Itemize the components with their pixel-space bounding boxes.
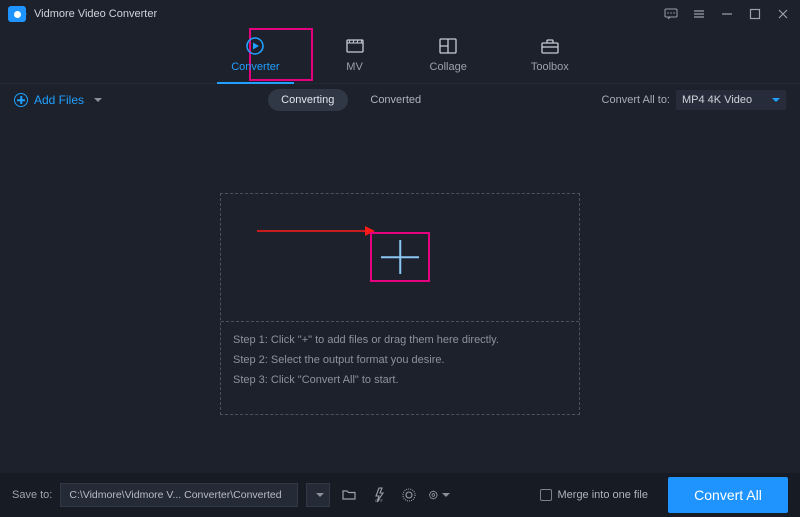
- convert-all-label: Convert All: [694, 487, 762, 503]
- tab-label: Converter: [231, 61, 279, 73]
- tab-converter[interactable]: Converter: [223, 31, 287, 83]
- subtab-converted[interactable]: Converted: [356, 89, 436, 111]
- merge-into-one-file[interactable]: Merge into one file: [540, 489, 649, 501]
- add-files-plus[interactable]: [370, 232, 430, 282]
- drop-area: Step 1: Click "+" to add files or drag t…: [0, 116, 800, 473]
- tab-mv[interactable]: MV: [336, 31, 374, 83]
- hardware-accel-button[interactable]: OFF: [368, 484, 390, 506]
- tab-label: Collage: [430, 61, 467, 73]
- maximize-button[interactable]: [746, 0, 764, 28]
- feedback-icon[interactable]: [662, 0, 680, 28]
- add-files-button[interactable]: Add Files: [14, 93, 102, 107]
- dropzone: Step 1: Click "+" to add files or drag t…: [220, 193, 580, 415]
- main-tabs: Converter MV Collage Toolbox: [0, 28, 800, 84]
- step-3: Step 3: Click "Convert All" to start.: [233, 374, 567, 386]
- chevron-down-icon: [772, 98, 780, 102]
- chevron-down-icon: [442, 493, 450, 497]
- app-title: Vidmore Video Converter: [34, 8, 157, 20]
- toolbar: Add Files Converting Converted Convert A…: [0, 84, 800, 116]
- subtab-label: Converting: [281, 94, 334, 106]
- dropzone-instructions: Step 1: Click "+" to add files or drag t…: [221, 322, 579, 414]
- convert-all-to-label: Convert All to:: [602, 94, 670, 106]
- subtab-label: Converted: [370, 94, 421, 106]
- step-1: Step 1: Click "+" to add files or drag t…: [233, 334, 567, 346]
- tab-label: Toolbox: [531, 61, 569, 73]
- step-2: Step 2: Select the output format you des…: [233, 354, 567, 366]
- checkbox-icon[interactable]: [540, 489, 552, 501]
- convert-all-button[interactable]: Convert All: [668, 477, 788, 513]
- tab-toolbox[interactable]: Toolbox: [523, 31, 577, 83]
- svg-text:OFF: OFF: [375, 498, 384, 503]
- output-format-value: MP4 4K Video: [682, 94, 752, 106]
- close-button[interactable]: [774, 0, 792, 28]
- chevron-down-icon: [316, 493, 324, 497]
- title-bar: Vidmore Video Converter: [0, 0, 800, 28]
- chevron-down-icon: [94, 98, 102, 102]
- high-speed-button[interactable]: [398, 484, 420, 506]
- save-to-label: Save to:: [12, 489, 52, 501]
- tab-label: MV: [346, 61, 363, 73]
- output-path[interactable]: C:\Vidmore\Vidmore V... Converter\Conver…: [60, 483, 298, 507]
- toolbox-icon: [539, 35, 561, 57]
- converter-icon: [244, 35, 266, 57]
- output-path-dropdown[interactable]: [306, 483, 330, 507]
- open-folder-button[interactable]: [338, 484, 360, 506]
- dropzone-top[interactable]: [221, 194, 579, 322]
- bottom-bar: Save to: C:\Vidmore\Vidmore V... Convert…: [0, 473, 800, 517]
- add-files-label: Add Files: [34, 93, 84, 107]
- merge-label: Merge into one file: [558, 489, 649, 501]
- output-format-dropdown[interactable]: MP4 4K Video: [676, 90, 786, 110]
- subtab-converting[interactable]: Converting: [268, 89, 348, 111]
- minimize-button[interactable]: [718, 0, 736, 28]
- menu-icon[interactable]: [690, 0, 708, 28]
- output-path-text: C:\Vidmore\Vidmore V... Converter\Conver…: [69, 489, 281, 501]
- plus-icon: [14, 93, 28, 107]
- app-logo: [8, 6, 26, 22]
- collage-icon: [437, 35, 459, 57]
- mv-icon: [344, 35, 366, 57]
- settings-button[interactable]: [428, 484, 450, 506]
- tab-collage[interactable]: Collage: [422, 31, 475, 83]
